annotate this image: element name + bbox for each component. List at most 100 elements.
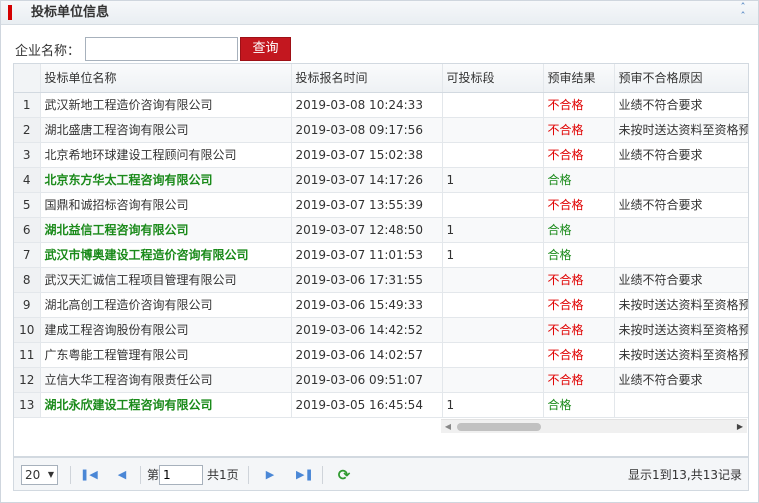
table-row[interactable]: 5 国鼎和诚招标咨询有限公司 2019-03-07 13:55:39 不合格 业绩不符合… xyxy=(14,192,748,218)
first-page-icon[interactable]: ❚◀ xyxy=(80,467,98,483)
table-row[interactable]: 6 湖北益信工程咨询有限公司 2019-03-07 12:48:50 1 合格 xyxy=(14,217,748,243)
page-size-select[interactable]: 20 ▼ xyxy=(21,465,58,485)
row-index: 7 xyxy=(14,242,41,268)
reason-cell xyxy=(614,392,748,418)
panel-header: 投标单位信息 ˆˆ xyxy=(1,1,758,25)
reason-cell xyxy=(614,167,748,193)
register-time-cell: 2019-03-07 12:48:50 xyxy=(291,217,443,243)
scroll-thumb[interactable] xyxy=(457,423,541,431)
header-company-name[interactable]: 投标单位名称 xyxy=(40,64,292,93)
register-time-cell: 2019-03-06 14:02:57 xyxy=(291,342,443,368)
pager-separator xyxy=(70,466,71,484)
register-time-cell: 2019-03-07 13:55:39 xyxy=(291,192,443,218)
reason-cell: 未按时送达资料至资格预 xyxy=(614,342,748,368)
register-time-cell: 2019-03-06 15:49:33 xyxy=(291,292,443,318)
company-name-cell: 北京希地环球建设工程顾问有限公司 xyxy=(40,142,292,168)
bidder-table: 投标单位名称 投标报名时间 可投标段 预审结果 预审不合格原因 1 武汉新地工程造… xyxy=(13,63,749,457)
reason-cell xyxy=(614,217,748,243)
section-cell: 1 xyxy=(442,217,544,243)
section-cell xyxy=(442,292,544,318)
table-row[interactable]: 13 湖北永欣建设工程咨询有限公司 2019-03-05 16:45:54 1 合格 xyxy=(14,392,748,418)
table-row[interactable]: 1 武汉新地工程造价咨询有限公司 2019-03-08 10:24:33 不合格 业绩不… xyxy=(14,92,748,118)
header-reason[interactable]: 预审不合格原因 xyxy=(614,64,748,93)
row-index: 13 xyxy=(14,392,41,418)
search-button[interactable]: 查询 xyxy=(240,37,291,61)
row-index: 5 xyxy=(14,192,41,218)
refresh-icon[interactable]: ⟳ xyxy=(334,465,354,485)
section-cell xyxy=(442,367,544,393)
reason-cell xyxy=(614,242,748,268)
section-cell xyxy=(442,142,544,168)
company-name-cell: 湖北盛唐工程咨询有限公司 xyxy=(40,117,292,143)
row-index: 2 xyxy=(14,117,41,143)
result-cell: 不合格 xyxy=(543,267,615,293)
table-row[interactable]: 4 北京东方华太工程咨询有限公司 2019-03-07 14:17:26 1 合格 xyxy=(14,167,748,193)
scroll-right-icon[interactable]: ▶ xyxy=(735,421,745,433)
header-result[interactable]: 预审结果 xyxy=(543,64,615,93)
page-number-input[interactable] xyxy=(159,465,203,485)
result-cell: 不合格 xyxy=(543,92,615,118)
company-name-cell: 湖北高创工程造价咨询有限公司 xyxy=(40,292,292,318)
row-index: 8 xyxy=(14,267,41,293)
result-cell: 合格 xyxy=(543,167,615,193)
prev-page-icon[interactable]: ◀ xyxy=(114,467,130,483)
result-cell: 不合格 xyxy=(543,292,615,318)
table-row[interactable]: 10 建成工程咨询股份有限公司 2019-03-06 14:42:52 不合格 未按时送… xyxy=(14,317,748,343)
reason-cell: 业绩不符合要求 xyxy=(614,192,748,218)
reason-cell: 业绩不符合要求 xyxy=(614,92,748,118)
header-section[interactable]: 可投标段 xyxy=(442,64,544,93)
row-index: 3 xyxy=(14,142,41,168)
register-time-cell: 2019-03-06 17:31:55 xyxy=(291,267,443,293)
next-page-icon[interactable]: ▶ xyxy=(262,467,278,483)
record-info: 显示1到13,共13记录 xyxy=(628,468,742,482)
reason-cell: 未按时送达资料至资格预 xyxy=(614,117,748,143)
table-row[interactable]: 2 湖北盛唐工程咨询有限公司 2019-03-08 09:17:56 不合格 未按时送达… xyxy=(14,117,748,143)
result-cell: 合格 xyxy=(543,242,615,268)
collapse-icon[interactable]: ˆˆ xyxy=(736,2,750,22)
reason-cell: 业绩不符合要求 xyxy=(614,267,748,293)
header-register-time[interactable]: 投标报名时间 xyxy=(291,64,443,93)
reason-cell: 业绩不符合要求 xyxy=(614,367,748,393)
register-time-cell: 2019-03-05 16:45:54 xyxy=(291,392,443,418)
result-cell: 不合格 xyxy=(543,342,615,368)
title-accent-bar xyxy=(8,5,12,20)
table-row[interactable]: 7 武汉市博奥建设工程造价咨询有限公司 2019-03-07 11:01:53 1 合格 xyxy=(14,242,748,268)
row-index: 12 xyxy=(14,367,41,393)
horizontal-scrollbar[interactable]: ◀ ▶ xyxy=(441,419,747,433)
page-size-value: 20 xyxy=(25,468,41,482)
section-cell xyxy=(442,192,544,218)
reason-cell: 未按时送达资料至资格预 xyxy=(614,317,748,343)
result-cell: 合格 xyxy=(543,392,615,418)
register-time-cell: 2019-03-06 14:42:52 xyxy=(291,317,443,343)
row-index: 6 xyxy=(14,217,41,243)
company-name-cell: 国鼎和诚招标咨询有限公司 xyxy=(40,192,292,218)
bidder-info-panel: 投标单位信息 ˆˆ 企业名称： 查询 投标单位名称 投标报名时间 可投标段 预审… xyxy=(0,0,759,503)
last-page-icon[interactable]: ▶❚ xyxy=(296,467,314,483)
page-prefix: 第 xyxy=(147,468,160,482)
table-row[interactable]: 8 武汉天汇诚信工程项目管理有限公司 2019-03-06 17:31:55 不合格业… xyxy=(14,267,748,293)
result-cell: 不合格 xyxy=(543,142,615,168)
company-name-input[interactable] xyxy=(85,37,238,61)
reason-cell: 未按时送达资料至资格预 xyxy=(614,292,748,318)
row-index: 1 xyxy=(14,92,41,118)
company-name-cell: 立信大华工程咨询有限责任公司 xyxy=(40,367,292,393)
result-cell: 不合格 xyxy=(543,117,615,143)
company-name-label: 企业名称： xyxy=(15,44,81,59)
company-name-cell: 武汉天汇诚信工程项目管理有限公司 xyxy=(40,267,292,293)
result-cell: 不合格 xyxy=(543,367,615,393)
scroll-left-icon[interactable]: ◀ xyxy=(443,421,453,433)
table-header-row: 投标单位名称 投标报名时间 可投标段 预审结果 预审不合格原因 xyxy=(14,64,748,93)
company-name-cell: 北京东方华太工程咨询有限公司 xyxy=(40,167,292,193)
table-row[interactable]: 12 立信大华工程咨询有限责任公司 2019-03-06 09:51:07 不合格 业绩… xyxy=(14,367,748,393)
section-cell: 1 xyxy=(442,242,544,268)
result-cell: 不合格 xyxy=(543,317,615,343)
table-row[interactable]: 3 北京希地环球建设工程顾问有限公司 2019-03-07 15:02:38 不合格业… xyxy=(14,142,748,168)
table-row[interactable]: 9 湖北高创工程造价咨询有限公司 2019-03-06 15:49:33 不合格 未按时… xyxy=(14,292,748,318)
pager-separator xyxy=(140,466,141,484)
pager-separator xyxy=(322,466,323,484)
company-name-cell: 武汉市博奥建设工程造价咨询有限公司 xyxy=(40,242,292,268)
register-time-cell: 2019-03-07 11:01:53 xyxy=(291,242,443,268)
register-time-cell: 2019-03-06 09:51:07 xyxy=(291,367,443,393)
page-total: 共1页 xyxy=(207,468,239,482)
table-row[interactable]: 11 广东粤能工程管理有限公司 2019-03-06 14:02:57 不合格 未按时送… xyxy=(14,342,748,368)
